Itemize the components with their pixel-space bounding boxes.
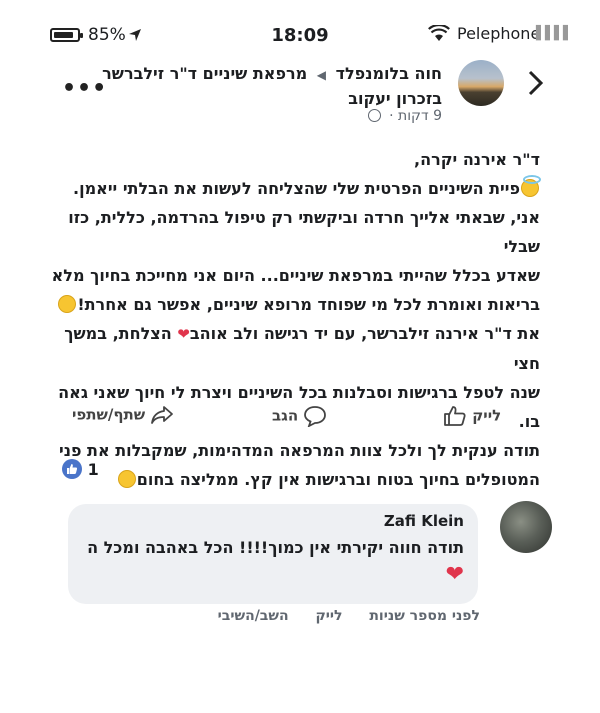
like-button[interactable]: לייק: [443, 405, 501, 427]
post-line: פיית השיניים הפרטית שלי שהצליחה לעשות את…: [50, 174, 541, 203]
like-label: לייק: [472, 406, 502, 425]
post-meta: 9 דקות ·: [367, 108, 442, 124]
comment-time: לפני מספר שניות: [369, 608, 480, 624]
status-bar: 85% 18:09 Pelephone ▌▌▌▌: [0, 20, 600, 50]
reaction-count: 1: [87, 460, 99, 479]
comment-like-link[interactable]: לייק: [315, 608, 342, 624]
arrow-right-icon: ◀: [316, 68, 326, 82]
back-chevron-icon[interactable]: [528, 70, 544, 96]
comment-bubble: Zafi Klein תודה חווה יקירתי אין כמוך!!!!…: [68, 504, 478, 604]
comment-meta: לפני מספר שניות לייק השב/השיבי: [196, 608, 480, 624]
action-bar: שתף/שתפי הגב לייק: [0, 405, 600, 435]
post-line: שאדע בכלל שהייתי במרפאת שיניים... היום א…: [51, 266, 540, 285]
post-header: חוה בלומנפלד ◀ מרפאת שיניים ד"ר זילברשר …: [102, 62, 442, 111]
reaction-summary[interactable]: 1: [62, 458, 99, 481]
grin-emoji-icon: [58, 294, 77, 313]
post-line: בריאות ואומרת לכל מי שפוחד מרופא שיניים,…: [50, 290, 540, 319]
thumbs-up-icon: [444, 406, 466, 426]
post-line: ד"ר אירנה יקרה,: [414, 150, 540, 169]
post-line: את ד"ר אירנה זילברשר, עם יד רגישה ולב או…: [64, 324, 540, 373]
share-icon: [151, 406, 174, 424]
more-options-icon[interactable]: •••: [62, 76, 107, 101]
author-name[interactable]: חוה בלומנפלד: [336, 64, 442, 83]
post-line: המטופלים בחיוך בטוח וברגישות אין קץ. ממל…: [50, 465, 540, 494]
like-reaction-icon: [62, 458, 82, 479]
comment-button[interactable]: הגב: [272, 405, 327, 428]
post-line: תודה ענקית לך ולכל צוות המרפאה המדהימות,…: [58, 441, 540, 460]
comment-icon: [304, 406, 327, 428]
heart-icon: ❤: [445, 562, 464, 587]
share-button[interactable]: שתף/שתפי: [72, 405, 174, 425]
heart-icon: ❤: [177, 325, 190, 343]
comment-text: תודה חווה יקירתי אין כמוך!!!! הכל באהבה …: [87, 538, 464, 557]
comment-reply-link[interactable]: השב/השיבי: [218, 608, 289, 624]
comment-label: הגב: [272, 406, 299, 425]
wifi-icon: [428, 25, 450, 41]
post-body: ד"ר אירנה יקרה, פיית השיניים הפרטית שלי …: [50, 145, 541, 494]
signal-icon: ▌▌▌▌: [536, 26, 573, 41]
commenter-avatar[interactable]: [500, 501, 552, 553]
carrier-name: Pelephone: [457, 24, 541, 43]
post-time[interactable]: 9 דקות: [398, 108, 442, 124]
author-avatar[interactable]: [458, 60, 504, 106]
smile-emoji-icon: [117, 469, 136, 488]
post-line: אני, שבאתי אלייך חרדה וביקשתי רק טיפול ב…: [68, 208, 540, 256]
commenter-name[interactable]: Zafi Klein: [82, 512, 464, 530]
halo-smile-emoji-icon: [521, 174, 541, 197]
globe-icon: [367, 108, 381, 122]
share-label: שתף/שתפי: [72, 405, 146, 424]
